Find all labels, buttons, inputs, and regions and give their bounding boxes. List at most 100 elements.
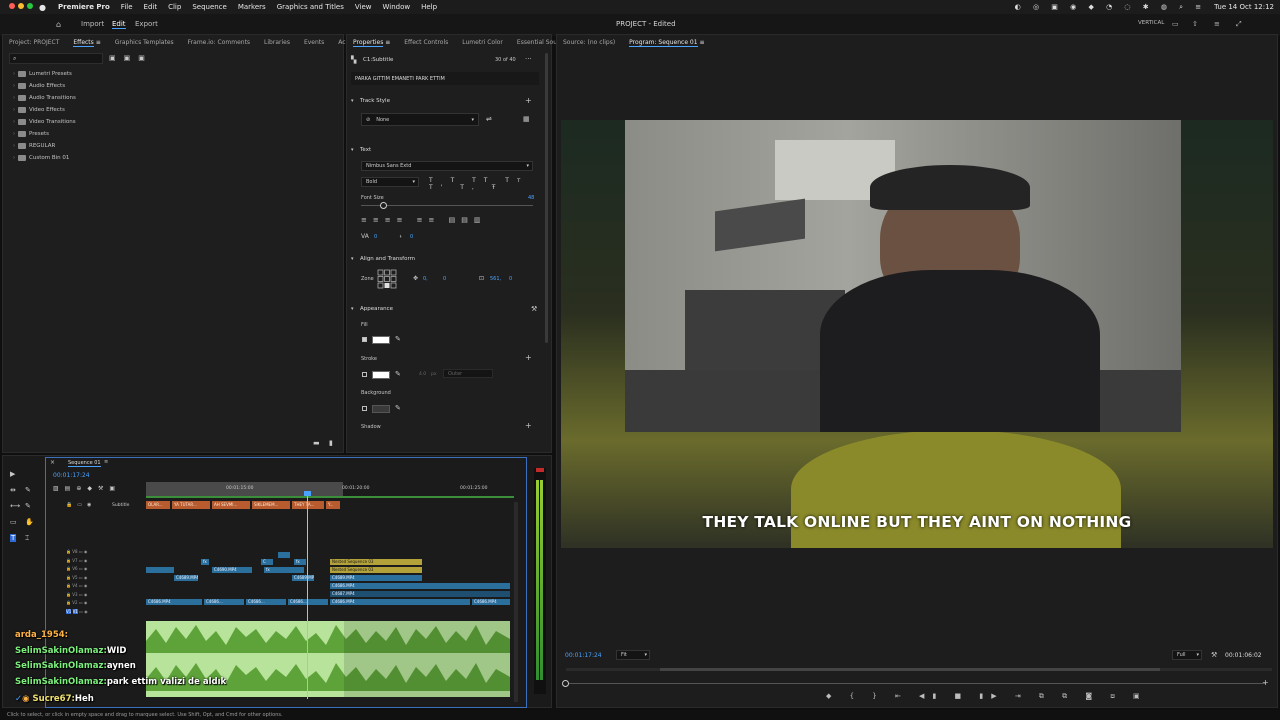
menu-app[interactable]: Premiere Pro bbox=[58, 3, 110, 11]
eyedropper-icon[interactable]: ✎ bbox=[395, 370, 401, 378]
tab-essential-sound[interactable]: Essential Soun bbox=[517, 39, 561, 46]
tab-effect-controls[interactable]: Effect Controls bbox=[404, 39, 448, 46]
effects-search-input[interactable]: ⌕ bbox=[9, 53, 103, 64]
section-text[interactable]: Text bbox=[360, 147, 371, 153]
workspace-import[interactable]: Import bbox=[81, 20, 104, 28]
scale-y[interactable]: 0 bbox=[509, 276, 512, 282]
font-size-value[interactable]: 48 bbox=[528, 195, 534, 201]
workspace-edit[interactable]: Edit bbox=[112, 20, 126, 29]
wrench-icon[interactable]: ⚒ bbox=[531, 305, 537, 313]
tree-item[interactable]: › Audio Transitions bbox=[13, 95, 76, 101]
tab-libraries[interactable]: Libraries bbox=[264, 39, 290, 46]
position-x[interactable]: 0, bbox=[423, 276, 428, 282]
close-window-button[interactable] bbox=[9, 3, 15, 9]
stroke-checkbox[interactable] bbox=[362, 372, 367, 377]
background-color-swatch[interactable] bbox=[372, 405, 390, 413]
sequence-tab[interactable]: Sequence 01 bbox=[68, 460, 101, 467]
add-icon[interactable]: + bbox=[525, 421, 532, 430]
video-clip[interactable]: C4686.MP4 bbox=[472, 599, 510, 605]
program-zoom-handle[interactable] bbox=[660, 668, 1160, 671]
chevron-down-icon[interactable]: ▾ bbox=[351, 98, 354, 104]
timeline-scrollbar[interactable] bbox=[514, 502, 518, 702]
menu-edit[interactable]: Edit bbox=[144, 3, 158, 11]
tracking-value[interactable]: 0 bbox=[374, 234, 377, 240]
program-video-frame[interactable]: THEY TALK ONLINE BUT THEY AINT ON NOTHIN… bbox=[561, 120, 1273, 548]
video-clip[interactable] bbox=[278, 552, 290, 558]
video-clip[interactable] bbox=[146, 567, 174, 573]
fit-dropdown[interactable]: Fit ▾ bbox=[616, 650, 650, 660]
minimize-window-button[interactable] bbox=[18, 3, 24, 9]
more-icon[interactable]: ··· bbox=[525, 55, 532, 63]
tab-effects[interactable]: Effects ≡ bbox=[73, 38, 101, 47]
apple-icon[interactable]: ● bbox=[39, 3, 46, 12]
tab-graphics-templates[interactable]: Graphics Templates bbox=[115, 39, 174, 46]
video-clip[interactable]: C4689.MP4 bbox=[174, 575, 198, 581]
tab-frameio[interactable]: Frame.io: Comments bbox=[188, 39, 250, 46]
tab-properties[interactable]: Properties ≡ bbox=[353, 38, 390, 47]
menu-markers[interactable]: Markers bbox=[238, 3, 266, 11]
tree-item[interactable]: › Lumetri Presets bbox=[13, 71, 72, 77]
subtitle-clip[interactable]: YA TUTAR... bbox=[172, 501, 210, 509]
video-clip[interactable]: C4689.MP4 bbox=[292, 575, 314, 581]
share-icon[interactable]: ⇧ bbox=[1192, 20, 1198, 28]
video-clip[interactable]: C4686... bbox=[288, 599, 328, 605]
timeline-timecode[interactable]: 00:01:17:24 bbox=[53, 472, 90, 479]
video-clip[interactable]: C4686.MP4 bbox=[330, 583, 510, 589]
tools-column-2[interactable]: ✎ ✎ ✋ ⌶ bbox=[25, 466, 34, 546]
eyedropper-icon[interactable]: ✎ bbox=[395, 335, 401, 343]
stroke-color-swatch[interactable] bbox=[372, 371, 390, 379]
subtitle-clip[interactable]: OLAR... bbox=[146, 501, 170, 509]
quality-dropdown[interactable]: Full ▾ bbox=[1172, 650, 1202, 660]
add-icon[interactable]: + bbox=[1262, 678, 1269, 687]
tree-item[interactable]: › Video Transitions bbox=[13, 119, 76, 125]
tools-column[interactable]: ▶ ⇹ ⟷ ▭ T bbox=[10, 466, 20, 546]
caption-text-field[interactable]: PARKA GITTIM EMANETI PARK ETTIM bbox=[351, 72, 539, 85]
add-icon[interactable]: + bbox=[525, 96, 532, 105]
track-style-dropdown[interactable]: ⊘ None ▾ bbox=[361, 113, 479, 126]
tab-source[interactable]: Source: (no clips) bbox=[563, 39, 615, 46]
chevron-down-icon[interactable]: ▾ bbox=[351, 256, 354, 262]
playhead-handle[interactable] bbox=[304, 491, 311, 496]
subtitle-clip[interactable]: THEY TA... bbox=[292, 501, 324, 509]
track-toggle-icons[interactable]: 🔒▭◉ bbox=[66, 502, 96, 508]
tab-project[interactable]: Project: PROJECT bbox=[9, 39, 59, 46]
video-clip[interactable]: C4686... bbox=[246, 599, 286, 605]
video-clip[interactable]: C bbox=[261, 559, 273, 565]
tab-events[interactable]: Events bbox=[304, 39, 324, 46]
tab-lumetri-color[interactable]: Lumetri Color bbox=[462, 39, 503, 46]
text-style-buttons[interactable]: T T TT Tт T' T, Ŧ bbox=[429, 177, 551, 191]
subtitle-clip[interactable]: Y... bbox=[326, 501, 340, 509]
nested-sequence-clip[interactable]: Nested Sequence 03 bbox=[330, 559, 422, 565]
subtitle-clip[interactable]: SIKLEMEM... bbox=[252, 501, 290, 509]
effects-filter-icons[interactable]: ▣▣▣ bbox=[109, 54, 153, 62]
fullscreen-icon[interactable]: ⤢ bbox=[1236, 20, 1242, 29]
video-clip[interactable]: fx bbox=[264, 567, 304, 573]
font-style-dropdown[interactable]: Bold ▾ bbox=[361, 177, 419, 187]
playhead[interactable] bbox=[307, 494, 308, 699]
menu-help[interactable]: Help bbox=[421, 3, 437, 11]
transport-controls[interactable]: ◆ { } ⇤ ◀▮ ■ ▮▶ ⇥ ⧉ ⧉ ◙ ⧈ ▣ bbox=[826, 692, 1148, 701]
scale-x[interactable]: 561, bbox=[490, 276, 501, 282]
status-icons[interactable]: ◐ ◎ ▣ ◉ ◆ ◔ ◌ ✱ ◍ ⌕ ≡ bbox=[1015, 3, 1207, 12]
menu-sequence[interactable]: Sequence bbox=[192, 3, 227, 11]
fill-color-swatch[interactable] bbox=[372, 336, 390, 344]
stroke-type-dropdown[interactable]: Outer bbox=[443, 369, 493, 378]
menu-file[interactable]: File bbox=[121, 3, 133, 11]
home-icon[interactable]: ⌂ bbox=[56, 20, 61, 29]
layout-label[interactable]: VERTICAL bbox=[1138, 20, 1164, 26]
close-icon[interactable]: × bbox=[50, 459, 55, 466]
font-family-dropdown[interactable]: Nimbus Sans Extd ▾ bbox=[361, 161, 533, 171]
font-size-handle[interactable] bbox=[380, 202, 387, 209]
tree-item[interactable]: › REGULAR bbox=[13, 143, 55, 149]
video-clip[interactable]: C4689.MP4 bbox=[330, 575, 422, 581]
scrollbar[interactable] bbox=[545, 53, 548, 343]
grid-icon[interactable]: ▦ bbox=[523, 115, 530, 123]
add-icon[interactable]: + bbox=[525, 353, 532, 362]
menu-icon[interactable]: ≡ bbox=[1214, 20, 1220, 28]
program-scrubber[interactable] bbox=[566, 683, 1266, 684]
nested-sequence-clip[interactable]: Nested Sequence 03 bbox=[330, 567, 422, 573]
eyedropper-icon[interactable]: ✎ bbox=[395, 404, 401, 412]
section-appearance[interactable]: Appearance bbox=[360, 306, 393, 312]
workspace-export[interactable]: Export bbox=[135, 20, 158, 28]
panel-icon[interactable]: ▭ bbox=[1172, 20, 1179, 28]
